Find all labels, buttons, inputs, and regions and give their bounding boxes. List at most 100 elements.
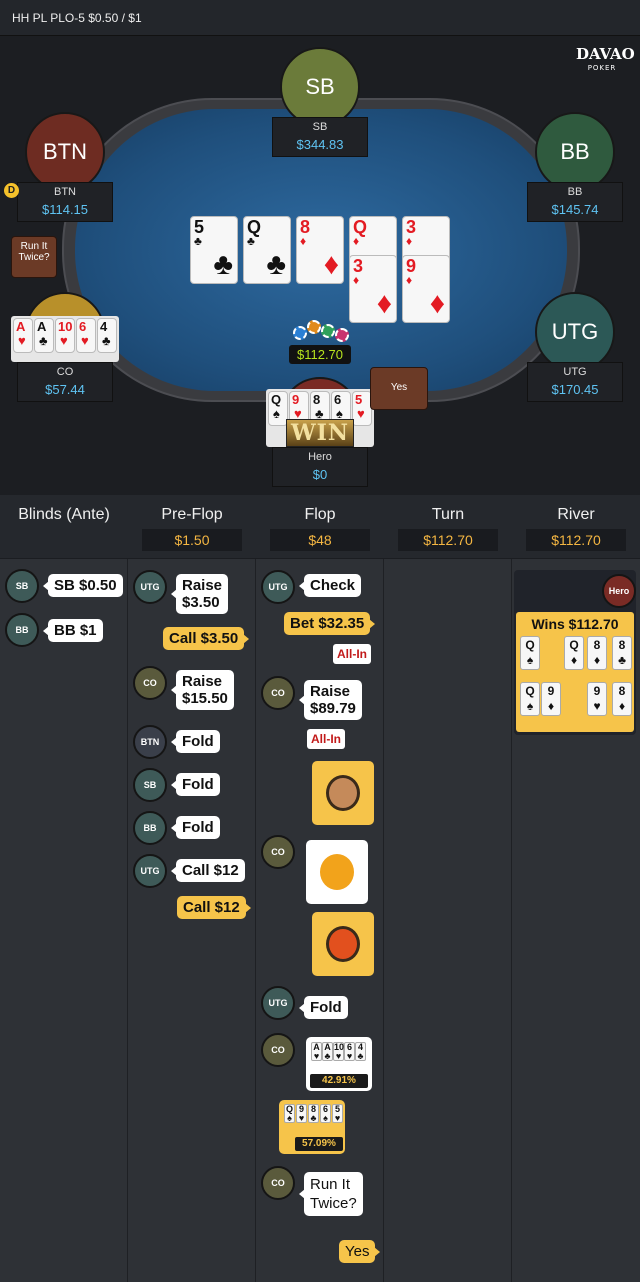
action-co-raise: Raise $15.50 (171, 670, 234, 710)
seat-btn-avatar[interactable]: BTN (25, 112, 105, 192)
position-badge-bb: BB (5, 613, 39, 647)
board-card: 8 ♦ ♦ (296, 216, 344, 284)
bearded-man-icon (326, 775, 360, 811)
seat-bb-name: BB (567, 186, 583, 198)
co-equity-percent: 42.91% (310, 1074, 368, 1088)
davao-poker-logo: DAVAO POKER (576, 45, 635, 73)
seat-co-stack: $57.44 (45, 382, 85, 397)
winning-card: 9 ♥ (587, 682, 607, 716)
hand-history: Blinds (Ante) Pre-Flop $1.50 Flop $48 Tu… (0, 495, 640, 1282)
hero-equity-box: 57.09% Q ♠ 9 ♥ 8 ♣ 6 ♠ 5 ♥ (279, 1100, 345, 1154)
hero-hole-card: Q ♠ (268, 391, 288, 426)
winning-card: 8 ♦ (612, 682, 632, 716)
emote-bearded-man (312, 761, 374, 825)
column-header: Pre-Flop $1.50 (128, 495, 256, 559)
winning-card: Q ♠ (520, 636, 540, 670)
column-title: Flop (304, 506, 336, 523)
position-badge-sb: SB (133, 768, 167, 802)
all-in-tag: All-In (307, 729, 345, 749)
seat-hero-name: Hero (308, 451, 332, 463)
wins-amount: Wins $112.70 (531, 616, 619, 632)
co-hole-card: 6 ♥ (76, 318, 96, 353)
position-badge-co: CO (133, 666, 167, 700)
position-badge-utg: UTG (261, 986, 295, 1020)
winning-card: 9 ♦ (541, 682, 561, 716)
action-hero-yes: Yes (339, 1240, 382, 1263)
seat-utg-name: UTG (563, 366, 587, 378)
seat-sb-stack: $344.83 (296, 137, 344, 152)
hero-equity-card: 6 ♠ (320, 1104, 331, 1123)
column-header: River $112.70 (512, 495, 640, 559)
seat-sb-avatar[interactable]: SB (280, 47, 360, 127)
column-pot: $1.50 (142, 529, 242, 551)
board-card: Q ♣ ♣ (243, 216, 291, 284)
hero-equity-card: 8 ♣ (308, 1104, 319, 1123)
position-badge-co: CO (261, 676, 295, 710)
seat-utg-plate: UTG $170.45 (527, 362, 623, 402)
hero-equity-card: 9 ♥ (296, 1104, 307, 1123)
column-turn: Turn $112.70 (384, 495, 512, 1282)
column-title: River (557, 506, 595, 523)
column-title: Turn (431, 506, 465, 523)
all-in-tag: All-In (333, 644, 371, 664)
seat-hero-stack: $0 (312, 467, 328, 482)
action-hero-call: Call $3.50 (163, 627, 250, 650)
column-header: Blinds (Ante) (0, 495, 128, 559)
action-utg-check: Check (298, 574, 362, 597)
winning-card: Q ♠ (520, 682, 540, 716)
action-co-raise: Raise $89.79 (299, 680, 362, 720)
hand-title: HH PL PLO-5 $0.50 / $1 (12, 11, 142, 25)
winning-card: 8 ♣ (612, 636, 632, 670)
co-equity-card: 4 ♣ (355, 1042, 366, 1061)
position-badge-co: CO (261, 835, 295, 869)
seat-btn-stack: $114.15 (41, 202, 89, 217)
position-badge-bb: BB (133, 811, 167, 845)
action-utg-raise: Raise $3.50 (170, 574, 229, 614)
action-sb-fold: Fold (171, 773, 220, 796)
column-header: Turn $112.70 (384, 495, 512, 559)
co-equity-card: A ♥ (311, 1042, 322, 1061)
winning-hands: Wins $112.70 Q ♠ Q ♦ 8 ♦ 8 ♣ Q ♠ 9 ♦ 9 ♥ 8 ♦ (516, 612, 634, 732)
column-title: Blinds (Ante) (18, 506, 110, 523)
column-pot: $112.70 (398, 529, 498, 551)
thumbs-down-face-icon (320, 854, 354, 890)
winning-card: Q ♦ (564, 636, 584, 670)
co-hole-card: A ♣ (34, 318, 54, 353)
action-co-run-it-twice: Run It Twice? (299, 1172, 363, 1216)
seat-co-plate: CO $57.44 (17, 362, 113, 402)
position-badge-co: CO (261, 1033, 295, 1067)
seat-utg-avatar[interactable]: UTG (535, 292, 615, 372)
action-hero-call: Call $12 (177, 896, 251, 919)
win-badge: WIN (286, 419, 354, 447)
position-badge-co: CO (261, 1166, 295, 1200)
hero-equity-card: 5 ♥ (332, 1104, 343, 1123)
seat-bb-plate: BB $145.74 (527, 182, 623, 222)
seat-bb-stack: $145.74 (551, 202, 599, 217)
hero-hole-card: 5 ♥ (352, 391, 372, 426)
action-hero-bet: Bet $32.35 (284, 612, 376, 635)
seat-bb-avatar[interactable]: BB (535, 112, 615, 192)
action-bb-post: BB $1 (43, 619, 103, 642)
board-card: 9 ♦ ♦ (402, 255, 450, 323)
pot-amount: $112.70 (289, 345, 351, 364)
seat-utg-stack: $170.45 (551, 382, 599, 397)
yes-bubble: Yes (370, 367, 428, 410)
position-badge-utg: UTG (261, 570, 295, 604)
emote-thumbs-down (306, 840, 368, 904)
hero-equity-percent: 57.09% (295, 1137, 343, 1151)
action-bb-fold: Fold (171, 816, 220, 839)
run-it-twice-bubble: Run It Twice? (11, 236, 57, 278)
column-pot: $112.70 (526, 529, 626, 551)
dealer-button-icon: D (4, 183, 19, 198)
co-equity-card: 10 ♥ (333, 1042, 345, 1061)
column-pot: $48 (270, 529, 370, 551)
fire-man-icon (326, 926, 360, 962)
co-hole-cards: A ♥ A ♣ 10 ♥ 6 ♥ 4 ♣ (11, 316, 119, 362)
hero-equity-card: Q ♠ (284, 1104, 295, 1123)
chip-icon (293, 326, 307, 340)
co-equity-card: A ♣ (322, 1042, 333, 1061)
winning-card: 8 ♦ (587, 636, 607, 670)
seat-btn-name: BTN (54, 186, 76, 198)
emote-fire-man (312, 912, 374, 976)
action-utg-fold: Fold (299, 996, 348, 1019)
